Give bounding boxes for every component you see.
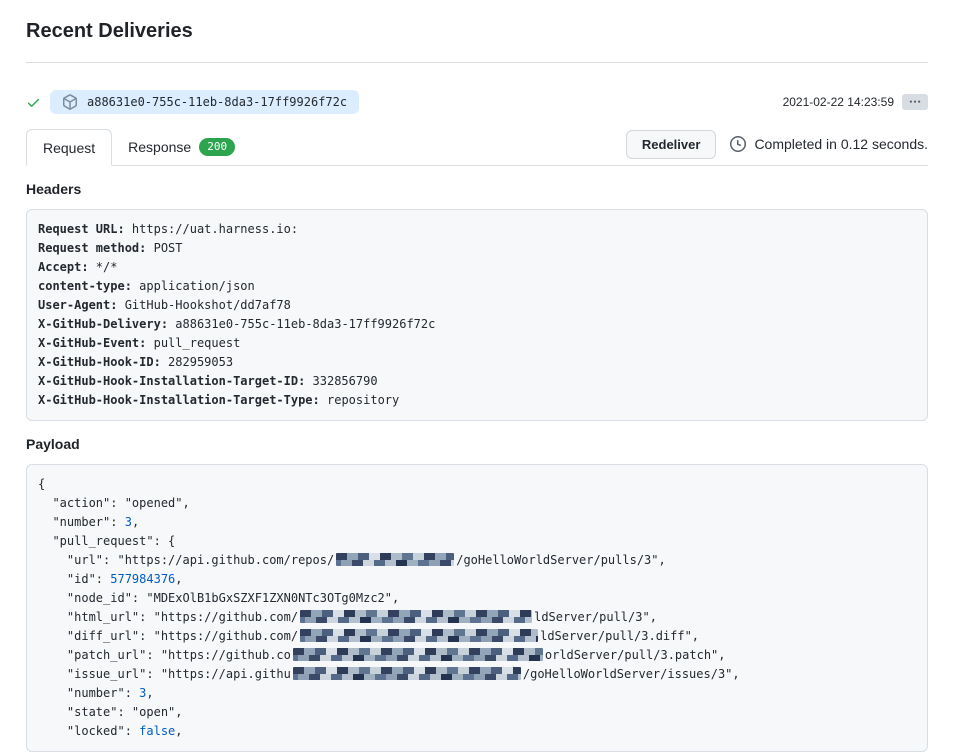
delivery-timestamp: 2021-02-22 14:23:59 [783,95,894,109]
payload-line: "patch_url": "https://github.coorldServe… [38,646,916,665]
header-line: X-GitHub-Hook-ID: 282959053 [38,353,916,372]
payload-line: "url": "https://api.github.com/repos//go… [38,551,916,570]
headers-title: Headers [26,181,928,197]
tab-response[interactable]: Response 200 [112,129,251,165]
payload-box: { "action": "opened", "number": 3, "pull… [26,464,928,752]
clock-icon [730,136,746,152]
page-title: Recent Deliveries [26,20,928,43]
response-status-badge: 200 [199,138,235,156]
tab-request-label: Request [43,140,95,156]
completed-status: Completed in 0.12 seconds. [730,136,928,152]
payload-title: Payload [26,436,928,452]
payload-line: "pull_request": { [38,532,916,551]
header-line: Request URL: https://uat.harness.io: [38,220,916,239]
payload-line: "id": 577984376, [38,570,916,589]
header-line: Accept: */* [38,258,916,277]
completed-text: Completed in 0.12 seconds. [754,136,928,152]
kebab-icon [909,96,921,108]
tab-response-label: Response [128,139,191,155]
more-options-button[interactable] [902,94,928,110]
headers-box: Request URL: https://uat.harness.io:Requ… [26,209,928,421]
payload-line: "node_id": "MDExOlB1bGxSZXF1ZXN0NTc3OTg0… [38,589,916,608]
delivery-actions: Redeliver Completed in 0.12 seconds. [626,130,928,159]
payload-line: "locked": false, [38,722,916,741]
recent-deliveries-page: Recent Deliveries a88631e0-755c-11eb-8da… [0,0,954,752]
header-line: content-type: application/json [38,277,916,296]
payload-line: { [38,475,916,494]
payload-line: "number": 3, [38,684,916,703]
header-line: Request method: POST [38,239,916,258]
payload-line: "diff_url": "https://github.com/ldServer… [38,627,916,646]
tab-request[interactable]: Request [26,129,112,166]
header-line: X-GitHub-Delivery: a88631e0-755c-11eb-8d… [38,315,916,334]
header-line: User-Agent: GitHub-Hookshot/dd7af78 [38,296,916,315]
header-line: X-GitHub-Hook-Installation-Target-Type: … [38,391,916,410]
delivery-id: a88631e0-755c-11eb-8da3-17ff9926f72c [87,95,347,109]
redacted-blur [300,629,538,642]
payload-line: "issue_url": "https://api.githu/goHelloW… [38,665,916,684]
redeliver-button[interactable]: Redeliver [626,130,717,159]
redacted-blur [300,610,532,623]
header-line: X-GitHub-Event: pull_request [38,334,916,353]
payload-line: "html_url": "https://github.com/ldServer… [38,608,916,627]
tabnav: Request Response 200 Redeliver Completed… [26,129,928,166]
divider [26,62,928,63]
delivery-id-pill[interactable]: a88631e0-755c-11eb-8da3-17ff9926f72c [50,90,359,114]
redacted-blur [293,667,521,680]
header-line: X-GitHub-Hook-Installation-Target-ID: 33… [38,372,916,391]
package-icon [62,94,78,110]
redacted-blur [336,553,454,566]
delivery-meta: 2021-02-22 14:23:59 [783,94,928,110]
payload-line: "action": "opened", [38,494,916,513]
redacted-blur [293,648,543,661]
check-icon [26,95,41,110]
payload-line: "number": 3, [38,513,916,532]
delivery-row: a88631e0-755c-11eb-8da3-17ff9926f72c 202… [26,90,928,114]
payload-line: "state": "open", [38,703,916,722]
